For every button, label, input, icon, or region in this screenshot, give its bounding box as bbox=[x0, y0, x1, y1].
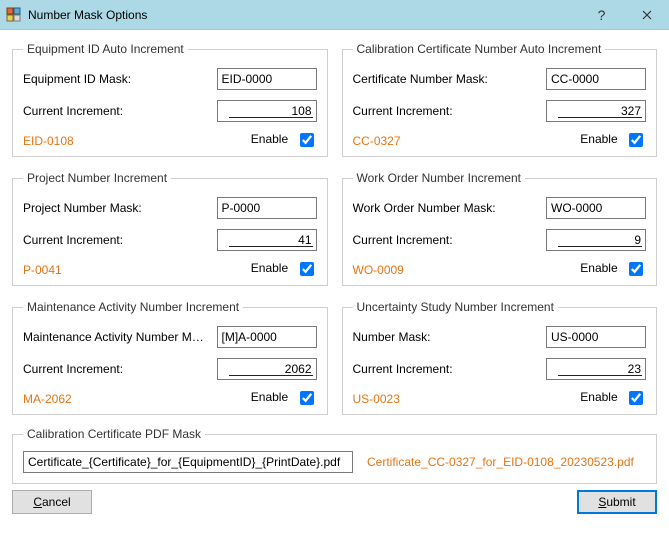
certificate-mask-input[interactable] bbox=[546, 68, 646, 90]
group-certificate: Calibration Certificate Number Auto Incr… bbox=[342, 42, 658, 157]
project-preview: P-0041 bbox=[23, 263, 62, 277]
unc-increment-input[interactable] bbox=[546, 358, 646, 380]
group-pdf-mask-title: Calibration Certificate PDF Mask bbox=[23, 427, 205, 441]
group-certificate-title: Calibration Certificate Number Auto Incr… bbox=[353, 42, 606, 56]
group-project: Project Number Increment Project Number … bbox=[12, 171, 328, 286]
pdf-preview: Certificate_CC-0327_for_EID-0108_2023052… bbox=[367, 455, 634, 469]
maint-increment-label: Current Increment: bbox=[23, 362, 209, 376]
maint-enable-label: Enable bbox=[251, 390, 288, 404]
project-mask-input[interactable] bbox=[217, 197, 317, 219]
maint-preview: MA-2062 bbox=[23, 392, 72, 406]
wo-enable-label: Enable bbox=[580, 261, 617, 275]
close-button[interactable] bbox=[624, 0, 669, 30]
certificate-enable-checkbox[interactable] bbox=[629, 133, 643, 147]
unc-mask-input[interactable] bbox=[546, 326, 646, 348]
group-pdf-mask: Calibration Certificate PDF Mask Certifi… bbox=[12, 427, 657, 484]
group-maintenance: Maintenance Activity Number Increment Ma… bbox=[12, 300, 328, 415]
title-bar: Number Mask Options ? bbox=[0, 0, 669, 30]
certificate-increment-input[interactable] bbox=[546, 100, 646, 122]
equipment-increment-label: Current Increment: bbox=[23, 104, 209, 118]
project-increment-label: Current Increment: bbox=[23, 233, 209, 247]
certificate-enable-label: Enable bbox=[580, 132, 617, 146]
certificate-preview: CC-0327 bbox=[353, 134, 401, 148]
cancel-button[interactable]: Cancel bbox=[12, 490, 92, 514]
wo-increment-label: Current Increment: bbox=[353, 233, 539, 247]
equipment-enable-checkbox[interactable] bbox=[300, 133, 314, 147]
wo-preview: WO-0009 bbox=[353, 263, 404, 277]
project-enable-label: Enable bbox=[251, 261, 288, 275]
wo-enable-checkbox[interactable] bbox=[629, 262, 643, 276]
unc-preview: US-0023 bbox=[353, 392, 400, 406]
certificate-increment-label: Current Increment: bbox=[353, 104, 539, 118]
group-work-order: Work Order Number Increment Work Order N… bbox=[342, 171, 658, 286]
submit-button-rest: ubmit bbox=[606, 495, 635, 509]
cancel-button-rest: ancel bbox=[42, 495, 71, 509]
maint-mask-label: Maintenance Activity Number Mas... bbox=[23, 330, 209, 344]
project-enable-checkbox[interactable] bbox=[300, 262, 314, 276]
group-equipment-id: Equipment ID Auto Increment Equipment ID… bbox=[12, 42, 328, 157]
unc-increment-label: Current Increment: bbox=[353, 362, 539, 376]
group-work-order-title: Work Order Number Increment bbox=[353, 171, 526, 185]
group-uncertainty-title: Uncertainty Study Number Increment bbox=[353, 300, 558, 314]
window-title: Number Mask Options bbox=[28, 8, 147, 22]
group-uncertainty: Uncertainty Study Number Increment Numbe… bbox=[342, 300, 658, 415]
equipment-enable-label: Enable bbox=[251, 132, 288, 146]
app-icon bbox=[6, 7, 22, 23]
wo-increment-input[interactable] bbox=[546, 229, 646, 251]
content-area: Equipment ID Auto Increment Equipment ID… bbox=[0, 30, 669, 540]
wo-mask-label: Work Order Number Mask: bbox=[353, 201, 539, 215]
maint-increment-input[interactable] bbox=[217, 358, 317, 380]
help-button[interactable]: ? bbox=[579, 0, 624, 30]
submit-button[interactable]: Submit bbox=[577, 490, 657, 514]
project-mask-label: Project Number Mask: bbox=[23, 201, 209, 215]
group-project-title: Project Number Increment bbox=[23, 171, 171, 185]
unc-enable-label: Enable bbox=[580, 390, 617, 404]
maint-enable-checkbox[interactable] bbox=[300, 391, 314, 405]
equipment-mask-input[interactable] bbox=[217, 68, 317, 90]
maint-mask-input[interactable] bbox=[217, 326, 317, 348]
equipment-increment-input[interactable] bbox=[217, 100, 317, 122]
equipment-preview: EID-0108 bbox=[23, 134, 74, 148]
equipment-mask-label: Equipment ID Mask: bbox=[23, 72, 209, 86]
wo-mask-input[interactable] bbox=[546, 197, 646, 219]
unc-enable-checkbox[interactable] bbox=[629, 391, 643, 405]
project-increment-input[interactable] bbox=[217, 229, 317, 251]
pdf-mask-input[interactable] bbox=[23, 451, 353, 473]
unc-mask-label: Number Mask: bbox=[353, 330, 539, 344]
group-equipment-id-title: Equipment ID Auto Increment bbox=[23, 42, 188, 56]
certificate-mask-label: Certificate Number Mask: bbox=[353, 72, 539, 86]
group-maintenance-title: Maintenance Activity Number Increment bbox=[23, 300, 243, 314]
